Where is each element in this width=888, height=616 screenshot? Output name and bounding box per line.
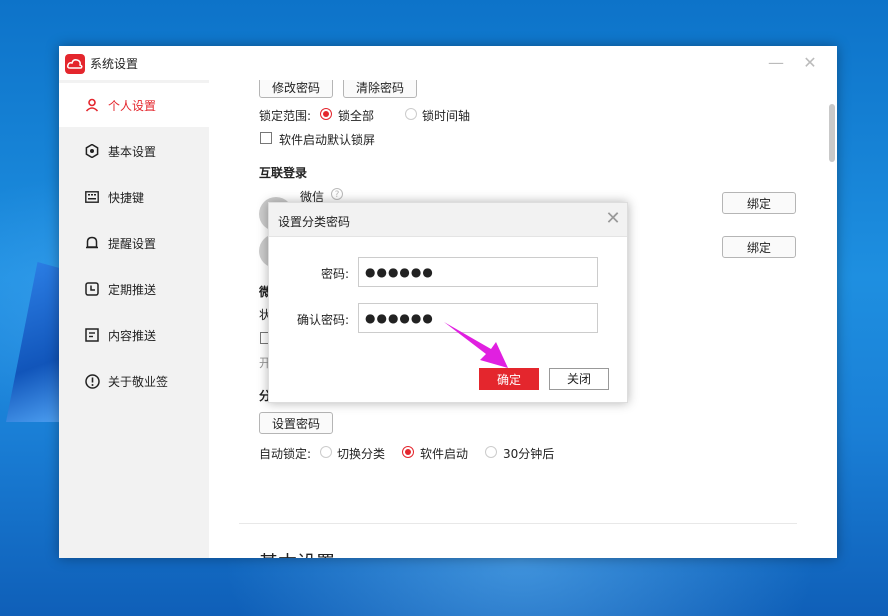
settings-icon [84, 143, 100, 159]
document-icon [84, 327, 100, 343]
sidebar-item-scheduled-push[interactable]: 定期推送 [59, 267, 209, 311]
info-icon [84, 373, 100, 389]
dialog-header: 设置分类密码 ✕ [269, 203, 627, 237]
help-icon[interactable]: ? [331, 188, 343, 200]
sidebar-item-label: 关于敬业签 [108, 374, 169, 389]
sidebar-item-label: 个人设置 [108, 98, 157, 113]
lock-all-label: 锁全部 [338, 109, 375, 123]
close-button[interactable]: 关闭 [549, 368, 609, 390]
sidebar-item-about[interactable]: 关于敬业签 [59, 359, 209, 403]
sidebar-item-label: 快捷键 [108, 190, 145, 205]
auto-lock-startup-radio[interactable] [402, 446, 414, 458]
bell-icon [84, 235, 100, 251]
lock-scope-label: 锁定范围: [259, 109, 312, 123]
scrollbar-thumb[interactable] [829, 104, 835, 162]
set-category-password-dialog: 设置分类密码 ✕ 密码: ●●●●●● 确认密码: ●●●●●● 确定 关闭 [268, 202, 628, 403]
sidebar-item-label: 定期推送 [108, 282, 157, 297]
confirm-password-label: 确认密码: [296, 313, 349, 327]
section-divider [239, 523, 797, 524]
window-title: 系统设置 [90, 57, 139, 71]
lock-on-startup-checkbox[interactable] [260, 132, 272, 144]
lock-all-radio[interactable] [320, 108, 332, 120]
sidebar-item-content-push[interactable]: 内容推送 [59, 313, 209, 357]
sidebar-item-personal[interactable]: 个人设置 [59, 83, 209, 127]
close-icon[interactable]: ✕ [799, 52, 821, 74]
user-icon [84, 97, 100, 113]
bind-button[interactable]: 绑定 [722, 192, 796, 214]
auto-lock-30min-radio[interactable] [485, 446, 497, 458]
auto-lock-30min-label: 30分钟后 [503, 447, 555, 461]
sidebar-item-label: 提醒设置 [108, 236, 157, 251]
auto-lock-switch-radio[interactable] [320, 446, 332, 458]
title-bar: 系统设置 — ✕ [59, 46, 837, 81]
password-label: 密码: [320, 267, 349, 281]
app-logo-icon [65, 54, 85, 74]
sidebar-item-label: 基本设置 [108, 144, 157, 159]
lock-timeline-radio[interactable] [405, 108, 417, 120]
auto-lock-switch-label: 切换分类 [337, 447, 386, 461]
sidebar: 个人设置 基本设置 快捷键 提醒设置 定期推送 内容推送 关于敬业签 [59, 80, 209, 558]
connect-login-title: 互联登录 [259, 166, 308, 180]
auto-lock-label: 自动锁定: [259, 447, 312, 461]
sidebar-item-label: 内容推送 [108, 328, 157, 343]
close-icon[interactable]: ✕ [603, 209, 623, 229]
pointer-arrow-icon [444, 322, 508, 368]
auto-lock-startup-label: 软件启动 [420, 447, 469, 461]
keyboard-icon [84, 189, 100, 205]
clear-password-button[interactable]: 清除密码 [343, 80, 417, 98]
sidebar-item-basic[interactable]: 基本设置 [59, 129, 209, 173]
sidebar-item-reminders[interactable]: 提醒设置 [59, 221, 209, 265]
password-field[interactable]: ●●●●●● [358, 257, 598, 287]
lock-on-startup-label: 软件启动默认锁屏 [279, 133, 376, 147]
basic-settings-heading: 基本设置 [259, 548, 335, 558]
minimize-icon[interactable]: — [765, 52, 787, 74]
lock-timeline-label: 锁时间轴 [422, 109, 471, 123]
set-password-button[interactable]: 设置密码 [259, 412, 333, 434]
sidebar-item-shortcuts[interactable]: 快捷键 [59, 175, 209, 219]
change-password-button[interactable]: 修改密码 [259, 80, 333, 98]
bind-button-2[interactable]: 绑定 [722, 236, 796, 258]
clock-icon [84, 281, 100, 297]
dialog-title: 设置分类密码 [278, 215, 351, 229]
